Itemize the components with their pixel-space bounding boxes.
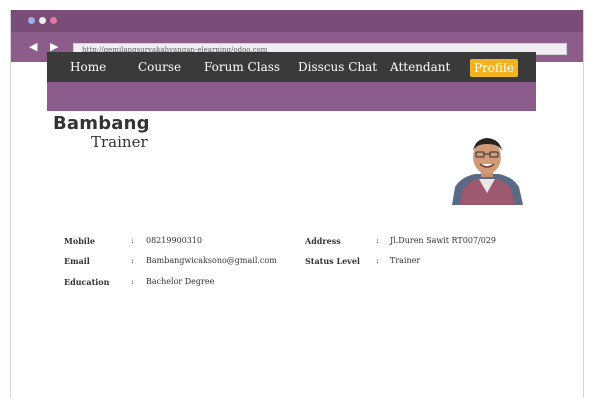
nav-item-home[interactable]: Home: [70, 52, 106, 82]
nav-item-disscus-chat[interactable]: Disscus Chat: [298, 52, 377, 82]
email-label: Email: [64, 256, 90, 266]
address-label: Address: [305, 236, 341, 246]
education-label: Education: [64, 277, 110, 287]
window-titlebar: [11, 10, 583, 32]
education-value: Bachelor Degree: [146, 277, 215, 286]
profile-photo: [447, 127, 527, 205]
separator: :: [131, 256, 134, 265]
arrow-left-icon[interactable]: ◀: [29, 40, 37, 54]
window-control-dot[interactable]: [39, 17, 46, 24]
profile-name: Bambang: [53, 113, 150, 134]
profile-role: Trainer: [91, 133, 148, 151]
window-control-dot[interactable]: [50, 17, 57, 24]
status-level-value: Trainer: [390, 256, 421, 265]
status-level-label: Status Level: [305, 256, 360, 266]
address-value: Jl.Duren Sawit RT007/029: [390, 236, 496, 245]
mobile-value: 08219900310: [146, 236, 202, 245]
main-nav: Home Course Forum Class Disscus Chat Att…: [47, 52, 536, 82]
email-value: Bambangwicaksono@gmail.com: [146, 256, 277, 265]
nav-item-course[interactable]: Course: [138, 52, 181, 82]
window-control-dot[interactable]: [28, 17, 35, 24]
separator: :: [376, 256, 379, 265]
header-strip: [47, 82, 536, 111]
nav-item-forum-class[interactable]: Forum Class: [204, 52, 280, 82]
nav-item-profile[interactable]: Profile: [470, 59, 518, 77]
separator: :: [376, 236, 379, 245]
separator: :: [131, 277, 134, 286]
separator: :: [131, 236, 134, 245]
nav-item-attendant[interactable]: Attendant: [390, 52, 450, 82]
mobile-label: Mobile: [64, 236, 95, 246]
